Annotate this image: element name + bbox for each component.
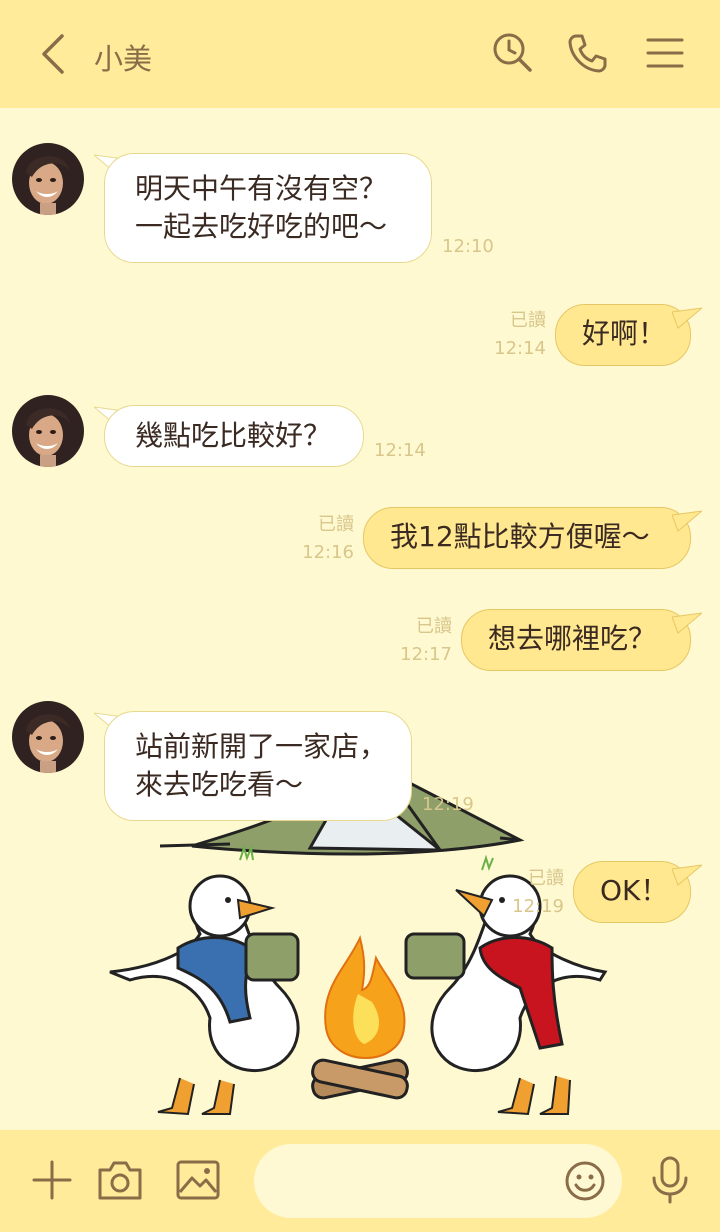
- bubble-tail: [672, 510, 702, 532]
- chat-header: 小美: [0, 0, 720, 108]
- image-icon[interactable]: [172, 1154, 224, 1206]
- input-bar: [0, 1130, 720, 1232]
- message-bubble-outgoing[interactable]: 好啊！: [555, 304, 691, 366]
- message-time: 12:17: [400, 644, 452, 665]
- message-time: 12:14: [494, 338, 546, 359]
- message-bubble-outgoing[interactable]: 想去哪裡吃？: [461, 609, 691, 671]
- bubble-tail: [672, 864, 702, 886]
- contact-avatar[interactable]: [12, 701, 84, 773]
- chat-area[interactable]: 明天中午有沒有空？ 一起去吃好吃的吧～ 12:10 已讀 12:14 好啊！ 幾…: [0, 108, 720, 1130]
- emoji-icon[interactable]: [564, 1160, 606, 1202]
- message-bubble-incoming[interactable]: 站前新開了一家店， 來去吃吃看～: [104, 711, 412, 821]
- message-time: 12:14: [374, 440, 426, 461]
- message-time: 12:19: [422, 794, 474, 815]
- bubble-tail: [672, 307, 702, 329]
- search-clock-icon[interactable]: [490, 30, 536, 76]
- contact-avatar[interactable]: [12, 143, 84, 215]
- message-time: 12:16: [302, 542, 354, 563]
- message-bubble-incoming[interactable]: 幾點吃比較好？: [104, 405, 364, 467]
- read-receipt: 已讀: [528, 868, 564, 889]
- read-receipt: 已讀: [510, 310, 546, 331]
- message-bubble-incoming[interactable]: 明天中午有沒有空？ 一起去吃好吃的吧～: [104, 153, 432, 263]
- microphone-icon[interactable]: [644, 1154, 696, 1206]
- read-receipt: 已讀: [416, 616, 452, 637]
- contact-avatar[interactable]: [12, 395, 84, 467]
- chat-title: 小美: [94, 42, 153, 76]
- message-input[interactable]: [254, 1144, 622, 1218]
- back-icon[interactable]: [34, 30, 74, 78]
- phone-icon[interactable]: [564, 30, 610, 76]
- read-receipt: 已讀: [318, 514, 354, 535]
- plus-icon[interactable]: [26, 1154, 78, 1206]
- camera-icon[interactable]: [94, 1154, 146, 1206]
- message-time: 12:19: [512, 896, 564, 917]
- menu-icon[interactable]: [642, 30, 688, 76]
- message-bubble-outgoing[interactable]: 我12點比較方便喔～: [363, 507, 691, 569]
- message-time: 12:10: [442, 236, 494, 257]
- bubble-tail: [672, 612, 702, 634]
